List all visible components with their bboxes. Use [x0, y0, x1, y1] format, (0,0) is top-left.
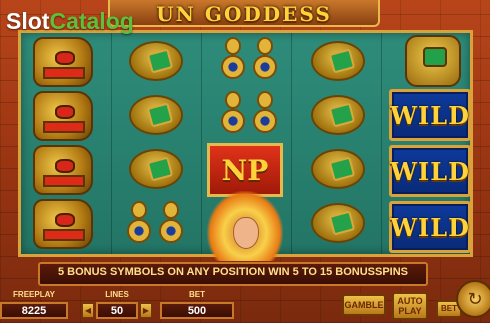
earrings-symbol: [221, 37, 283, 87]
game-title: UN GODDESS: [156, 2, 332, 26]
ring-symbol: [311, 95, 365, 135]
freeplay-value: 8225: [0, 302, 68, 319]
ring-symbol: [129, 95, 183, 135]
lines-label: LINES: [105, 290, 129, 299]
watermark-text-1: Slot: [6, 8, 50, 34]
ring-symbol: [311, 203, 365, 243]
reel-area: NP WILD WILD WILD: [18, 30, 473, 261]
goddess-symbol: [207, 191, 283, 261]
ring-symbol: [311, 41, 365, 81]
mask-symbol: [33, 145, 93, 195]
gamble-button[interactable]: GAMBLE: [342, 294, 386, 316]
mask-symbol: [33, 199, 93, 249]
mask-symbol: [33, 37, 93, 87]
autoplay-button[interactable]: AUTO PLAY: [392, 292, 428, 320]
lines-decrease-button[interactable]: ◀: [82, 303, 94, 318]
wild-label: WILD: [390, 212, 470, 242]
refresh-arrows-icon: ↻: [467, 288, 483, 310]
earrings-symbol: [221, 91, 283, 141]
lines-increase-button[interactable]: ▶: [140, 303, 152, 318]
ring-symbol: [129, 41, 183, 81]
idol-symbol: [405, 35, 461, 87]
lines-value: 50: [96, 302, 138, 319]
wild-label: WILD: [390, 156, 470, 186]
wild-symbol: WILD: [389, 89, 471, 141]
np-bonus-symbol: NP: [207, 143, 283, 197]
watermark-text-2: Catalog: [49, 8, 134, 34]
freeplay-label: FREEPLAY: [13, 290, 55, 299]
ring-symbol: [311, 149, 365, 189]
bet-value: 500: [160, 302, 234, 319]
wild-symbol: WILD: [389, 201, 471, 253]
watermark-logo: SlotCatalog: [6, 8, 134, 35]
bonus-message: 5 BONUS SYMBOLS ON ANY POSITION WIN 5 TO…: [57, 266, 409, 278]
earrings-symbol: [127, 201, 189, 249]
ring-symbol: [129, 149, 183, 189]
np-label: NP: [221, 153, 269, 187]
wild-label: WILD: [390, 100, 470, 130]
bet-label: BET: [189, 290, 205, 299]
wild-symbol: WILD: [389, 145, 471, 197]
mask-symbol: [33, 91, 93, 141]
spin-button[interactable]: ↻: [456, 280, 490, 318]
